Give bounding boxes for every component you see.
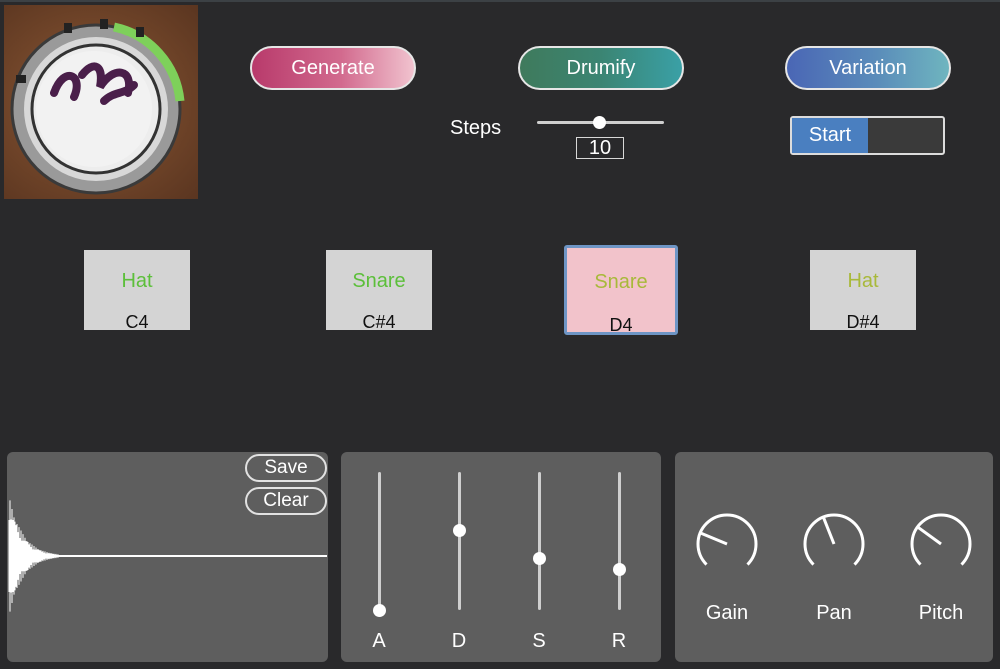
- clear-button[interactable]: Clear: [245, 487, 327, 515]
- adsr-slider-thumb-a[interactable]: [373, 604, 386, 617]
- adsr-label-d: D: [451, 630, 467, 652]
- adsr-label-s: S: [532, 630, 546, 652]
- steps-value-field[interactable]: 10: [576, 137, 624, 159]
- waveform-display: [8, 500, 327, 612]
- knob-gain[interactable]: [687, 504, 767, 584]
- knob-pitch[interactable]: [901, 504, 981, 584]
- drumify-button[interactable]: Drumify: [518, 46, 684, 90]
- steps-label: Steps: [450, 117, 502, 139]
- pad-name: Hat: [847, 270, 879, 292]
- knob-pointer: [699, 531, 728, 546]
- knob-label-gain: Gain: [705, 602, 749, 624]
- adsr-slider-d[interactable]: [458, 472, 461, 610]
- knob-pointer: [821, 516, 836, 545]
- drum-pad-3-selected[interactable]: Snare D4: [564, 245, 678, 335]
- pad-note: C4: [125, 312, 149, 332]
- pad-name: Snare: [594, 271, 648, 293]
- knob-label-pitch: Pitch: [918, 602, 964, 624]
- mix-panel: Gain Pan Pitch: [675, 452, 993, 662]
- adsr-slider-s[interactable]: [538, 472, 541, 610]
- app-logo: [4, 5, 198, 199]
- drum-pad-1[interactable]: Hat C4: [84, 250, 190, 332]
- pad-name: Snare: [352, 270, 406, 292]
- adsr-slider-a[interactable]: [378, 472, 381, 610]
- pad-note: D4: [609, 315, 633, 335]
- drum-pad-4[interactable]: Hat D#4: [810, 250, 916, 332]
- start-toggle-label: Start: [792, 118, 868, 153]
- waveform-panel: Save Clear: [7, 452, 328, 662]
- save-button[interactable]: Save: [245, 454, 327, 482]
- start-toggle[interactable]: Start: [790, 116, 945, 155]
- knob-pan[interactable]: [794, 504, 874, 584]
- knob-label-pan: Pan: [816, 602, 852, 624]
- adsr-slider-thumb-d[interactable]: [453, 523, 466, 537]
- adsr-label-a: A: [372, 630, 386, 652]
- adsr-slider-thumb-r[interactable]: [613, 562, 626, 576]
- adsr-slider-r[interactable]: [618, 472, 621, 610]
- steps-slider-thumb[interactable]: [593, 116, 606, 129]
- adsr-label-r: R: [611, 630, 627, 652]
- top-border: [0, 0, 1000, 2]
- drum-pad-2[interactable]: Snare C#4: [326, 250, 432, 332]
- pad-note: C#4: [362, 312, 396, 332]
- adsr-slider-thumb-s[interactable]: [533, 551, 546, 565]
- pad-name: Hat: [121, 270, 153, 292]
- generate-button[interactable]: Generate: [250, 46, 416, 90]
- knob-pointer: [916, 525, 942, 546]
- pad-note: D#4: [846, 312, 880, 332]
- variation-button[interactable]: Variation: [785, 46, 951, 90]
- adsr-panel: ADSR: [341, 452, 661, 662]
